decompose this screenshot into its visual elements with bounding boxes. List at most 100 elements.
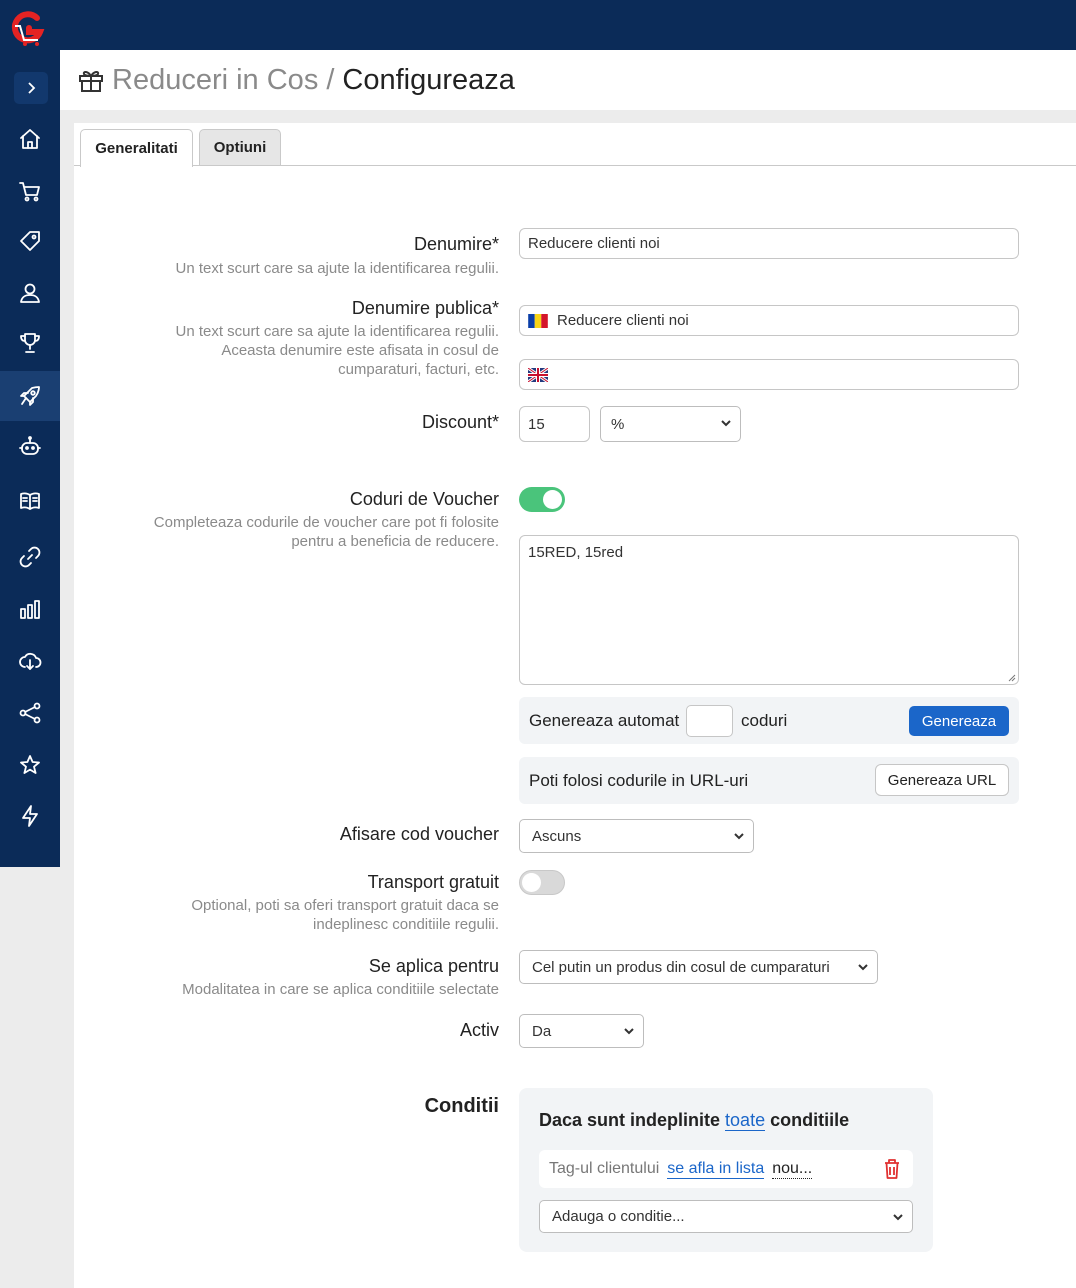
link-icon bbox=[19, 546, 41, 568]
generate-button[interactable]: Genereaza bbox=[909, 706, 1009, 736]
generate-url-button[interactable]: Genereaza URL bbox=[875, 764, 1009, 796]
sidebar-item-orders[interactable] bbox=[0, 166, 60, 216]
sidebar-item-import[interactable] bbox=[0, 636, 60, 686]
free-shipping-help-2: indeplinesc conditiile regulii. bbox=[313, 916, 499, 933]
condition-rule: Tag-ul clientului se afla in lista nou..… bbox=[539, 1150, 913, 1188]
conditions-heading: Daca sunt indeplinite toate conditiile bbox=[539, 1110, 849, 1131]
public-name-en-input[interactable] bbox=[519, 359, 1019, 390]
public-name-label: Denumire publica* bbox=[351, 298, 499, 318]
toggle-knob bbox=[522, 873, 541, 892]
sidebar-item-apps[interactable] bbox=[0, 791, 60, 841]
page-header: Reduceri in Cos / Configureaza bbox=[60, 50, 1076, 110]
chevron-right-icon bbox=[28, 82, 36, 94]
discount-value-input[interactable]: 15 bbox=[519, 406, 590, 442]
tag-icon bbox=[20, 231, 40, 251]
breadcrumb-parent[interactable]: Reduceri in Cos bbox=[112, 64, 318, 97]
chevron-down-icon bbox=[734, 833, 744, 840]
name-label: Denumire* bbox=[413, 234, 499, 254]
breadcrumb-separator: / bbox=[326, 63, 335, 96]
share-icon bbox=[19, 702, 41, 724]
top-bar bbox=[0, 0, 1076, 50]
voucher-codes-textarea[interactable]: 15RED, 15red bbox=[519, 535, 1019, 685]
uk-flag-icon bbox=[528, 367, 548, 382]
resize-handle-icon[interactable] bbox=[1006, 672, 1016, 682]
voucher-display-select[interactable]: Ascuns bbox=[519, 819, 754, 853]
gift-icon bbox=[79, 70, 103, 92]
star-icon bbox=[20, 755, 40, 774]
public-name-ro-value: Reducere clienti noi bbox=[557, 312, 689, 329]
cart-icon bbox=[19, 182, 40, 202]
sidebar-item-marketing[interactable] bbox=[0, 371, 60, 421]
free-shipping-toggle[interactable] bbox=[519, 870, 565, 895]
sidebar-item-integrations[interactable] bbox=[0, 532, 60, 582]
sidebar-item-automation[interactable] bbox=[0, 422, 60, 472]
name-help: Un text scurt care sa ajute la identific… bbox=[175, 260, 500, 277]
auto-generate-label: Genereaza automat bbox=[529, 711, 680, 730]
applies-to-value: Cel putin un produs din cosul de cumpara… bbox=[532, 958, 830, 976]
applies-to-select[interactable]: Cel putin un produs din cosul de cumpara… bbox=[519, 950, 878, 984]
public-name-ro-input[interactable]: Reducere clienti noi bbox=[519, 305, 1019, 336]
name-input[interactable]: Reducere clienti noi bbox=[519, 228, 1019, 259]
add-condition-placeholder: Adauga o conditie... bbox=[552, 1208, 685, 1225]
auto-generate-count-input[interactable] bbox=[686, 705, 733, 737]
sidebar-item-products[interactable] bbox=[0, 216, 60, 266]
chevron-down-icon bbox=[721, 420, 731, 427]
sidebar-item-customers[interactable] bbox=[0, 268, 60, 318]
public-name-help-1: Un text scurt care sa ajute la identific… bbox=[175, 323, 500, 340]
url-box: Poti folosi codurile in URL-uri Genereaz… bbox=[519, 757, 1019, 804]
public-name-help-3: cumparaturi, facturi, etc. bbox=[338, 361, 499, 378]
vouchers-help-2: pentru a beneficia de reducere. bbox=[291, 533, 499, 550]
free-shipping-label: Transport gratuit bbox=[367, 872, 499, 892]
discount-unit-value: % bbox=[611, 415, 625, 433]
add-condition-select[interactable]: Adauga o conditie... bbox=[539, 1200, 913, 1233]
tab-generalitati[interactable]: Generalitati bbox=[80, 129, 193, 167]
toggle-knob bbox=[543, 490, 562, 509]
vouchers-label: Coduri de Voucher bbox=[349, 489, 499, 509]
sidebar-item-home[interactable] bbox=[0, 114, 60, 164]
trash-icon[interactable] bbox=[883, 1158, 901, 1180]
vouchers-toggle[interactable] bbox=[519, 487, 565, 512]
home-icon bbox=[20, 129, 40, 149]
customers-icon bbox=[20, 283, 40, 303]
tab-bar: Generalitati Optiuni bbox=[74, 123, 1076, 167]
tab-optiuni[interactable]: Optiuni bbox=[199, 129, 281, 165]
active-select[interactable]: Da bbox=[519, 1014, 644, 1048]
romania-flag-icon bbox=[528, 313, 548, 328]
book-icon bbox=[20, 492, 40, 510]
sidebar-item-reports[interactable] bbox=[0, 584, 60, 634]
discount-label: Discount* bbox=[421, 412, 499, 432]
app-logo-icon[interactable] bbox=[10, 10, 48, 50]
sidebar-item-sharing[interactable] bbox=[0, 688, 60, 738]
sidebar-item-reviews[interactable] bbox=[0, 740, 60, 790]
voucher-display-value: Ascuns bbox=[532, 827, 582, 845]
discount-unit-select[interactable]: % bbox=[600, 406, 741, 442]
trophy-icon bbox=[20, 333, 40, 353]
sidebar-item-loyalty[interactable] bbox=[0, 318, 60, 368]
active-label: Activ bbox=[459, 1020, 499, 1040]
conditions-match-mode-link[interactable]: toate bbox=[725, 1110, 766, 1131]
voucher-display-label: Afisare cod voucher bbox=[339, 824, 499, 844]
sidebar bbox=[0, 0, 60, 867]
name-input-value: Reducere clienti noi bbox=[528, 235, 660, 252]
free-shipping-help-1: Optional, poti sa oferi transport gratui… bbox=[191, 897, 499, 914]
conditions-box: Daca sunt indeplinite toate conditiile T… bbox=[519, 1088, 933, 1252]
cloud-download-icon bbox=[19, 652, 42, 670]
expand-sidebar-button[interactable] bbox=[14, 72, 48, 104]
condition-operator-link[interactable]: se afla in lista bbox=[667, 1160, 765, 1179]
rocket-icon bbox=[20, 386, 40, 406]
url-text: Poti folosi codurile in URL-uri bbox=[529, 771, 749, 790]
chart-icon bbox=[20, 600, 40, 619]
chevron-down-icon bbox=[858, 964, 868, 971]
conditions-heading-suffix: conditiile bbox=[770, 1110, 850, 1130]
public-name-help-2: Aceasta denumire este afisata in cosul d… bbox=[221, 342, 499, 359]
applies-to-help: Modalitatea in care se aplica conditiile… bbox=[182, 981, 499, 998]
sidebar-item-content[interactable] bbox=[0, 476, 60, 526]
vouchers-help-1: Completeaza codurile de voucher care pot… bbox=[153, 514, 499, 531]
auto-generate-box: Genereaza automat coduri Genereaza bbox=[519, 697, 1019, 744]
auto-generate-suffix: coduri bbox=[741, 711, 788, 730]
active-value: Da bbox=[532, 1022, 552, 1040]
bolt-icon bbox=[22, 805, 38, 827]
condition-value-link[interactable]: nou... bbox=[772, 1160, 813, 1179]
content-panel: Generalitati Optiuni Denumire* Un text s… bbox=[74, 123, 1076, 1288]
applies-to-label: Se aplica pentru bbox=[368, 956, 499, 976]
